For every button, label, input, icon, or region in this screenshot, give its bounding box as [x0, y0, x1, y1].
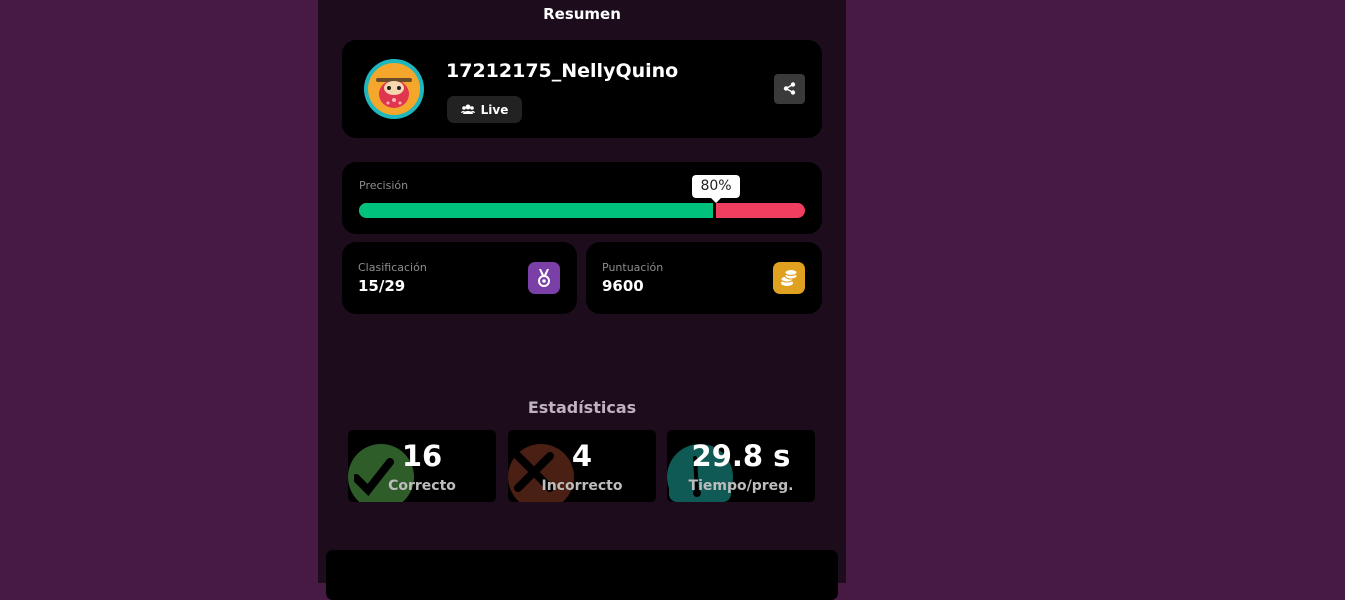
rank-label: Clasificación [358, 261, 427, 274]
score-label: Puntuación [602, 261, 664, 274]
stat-incorrect-value: 4 [571, 439, 593, 473]
live-mode-badge: Live [447, 96, 522, 123]
stat-correct-value: 16 [401, 439, 443, 473]
bottom-card [326, 550, 838, 600]
accuracy-label: Precisión [359, 179, 409, 192]
stat-correct-label: Correcto [388, 478, 456, 494]
summary-panel: Resumen 17212175_NellyQuino Live Precisi… [318, 0, 846, 600]
share-button[interactable] [774, 74, 805, 104]
stat-time-value: 29.8 s [691, 439, 791, 473]
summary-title: Resumen [543, 5, 621, 23]
accuracy-bar [359, 203, 805, 218]
coins-icon [773, 262, 805, 294]
users-icon [460, 103, 475, 117]
rank-card: Clasificación 15/29 [342, 242, 577, 314]
stat-incorrect-label: Incorrecto [541, 478, 623, 494]
stat-time-label: Tiempo/preg. [688, 478, 794, 494]
medal-icon [528, 262, 560, 294]
stat-time-card: 29.8 s Tiempo/preg. [667, 430, 815, 502]
stat-correct-card: 16 Correcto [348, 430, 496, 502]
accuracy-tooltip: 80% [692, 175, 740, 203]
accuracy-bar-fill [359, 203, 716, 218]
stats-title: Estadísticas [527, 398, 637, 417]
stat-incorrect-card: 4 Incorrecto [508, 430, 656, 502]
share-icon [783, 80, 796, 99]
rank-value: 15/29 [358, 277, 406, 295]
score-card: Puntuación 9600 [586, 242, 822, 314]
username: 17212175_NellyQuino [446, 60, 679, 82]
profile-card: 17212175_NellyQuino Live [342, 40, 822, 138]
sloth-avatar-icon [364, 59, 424, 119]
score-value: 9600 [602, 277, 644, 295]
live-mode-label: Live [480, 102, 509, 117]
accuracy-card: Precisión 80% [342, 162, 822, 234]
